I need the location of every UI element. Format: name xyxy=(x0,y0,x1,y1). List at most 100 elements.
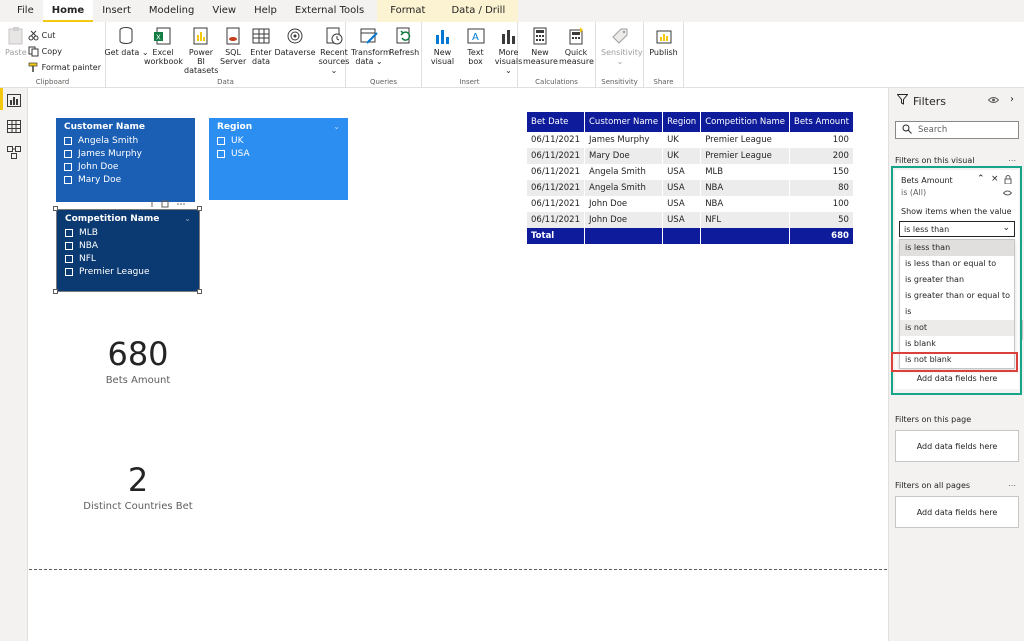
more-visuals-icon xyxy=(499,26,519,46)
clock-icon xyxy=(324,26,344,46)
svg-text:A: A xyxy=(472,32,479,43)
customer-name-slicer[interactable]: Customer Name Angela Smith James Murphy … xyxy=(56,118,195,202)
table-cell: 06/11/2021 xyxy=(527,132,585,148)
bets-amount-card[interactable]: 680 Bets Amount xyxy=(88,335,188,386)
sensitivity-group-label: Sensitivity xyxy=(601,78,638,86)
tab-external-tools[interactable]: External Tools xyxy=(286,0,373,22)
checkbox[interactable] xyxy=(64,175,72,184)
quick-measure-icon xyxy=(566,26,586,46)
transform-icon xyxy=(359,26,379,46)
refresh-icon xyxy=(394,26,414,46)
copy-button[interactable]: Copy xyxy=(28,43,101,59)
slicer-option-label: Premier League xyxy=(79,266,150,277)
checkbox[interactable] xyxy=(64,136,72,145)
slicer-option[interactable]: UK xyxy=(209,134,348,147)
competition-name-slicer[interactable]: Competition Name MLB NBA NFL Premier Lea… xyxy=(56,209,200,292)
checkbox[interactable] xyxy=(217,136,225,145)
view-switcher xyxy=(0,88,28,641)
format-painter-button[interactable]: Format painter xyxy=(28,59,101,75)
insert-group: New visual A Text box More visuals ⌄ Ins… xyxy=(422,22,522,88)
checkbox[interactable] xyxy=(65,228,73,237)
tab-modeling[interactable]: Modeling xyxy=(140,0,204,22)
data-view-icon[interactable] xyxy=(7,120,21,133)
slicer-option-label: Mary Doe xyxy=(78,174,122,185)
more-options-icon[interactable]: ... xyxy=(1008,479,1016,488)
paste-label: Paste xyxy=(5,48,27,57)
slicer-option[interactable]: Premier League xyxy=(57,265,199,278)
eye-icon[interactable] xyxy=(987,96,1000,107)
column-header[interactable]: Bets Amount xyxy=(789,112,854,132)
checkbox[interactable] xyxy=(64,149,72,158)
share-group-label: Share xyxy=(653,78,674,86)
table-row[interactable]: 06/11/2021 Angela Smith USA NBA 80 xyxy=(527,180,854,196)
resize-handle[interactable] xyxy=(53,206,58,211)
resize-handle[interactable] xyxy=(197,289,202,294)
slicer-option-label: USA xyxy=(231,148,250,159)
table-row[interactable]: 06/11/2021 John Doe USA NFL 50 xyxy=(527,212,854,228)
tab-data-drill[interactable]: Data / Drill xyxy=(438,0,519,22)
slicer-option-label: MLB xyxy=(79,227,98,238)
checkbox[interactable] xyxy=(64,162,72,171)
distinct-countries-card[interactable]: 2 Distinct Countries Bet xyxy=(68,461,208,512)
visual-header-icons[interactable] xyxy=(150,200,190,208)
table-row[interactable]: 06/11/2021 John Doe USA NBA 100 xyxy=(527,196,854,212)
resize-handle[interactable] xyxy=(53,289,58,294)
cut-label: Cut xyxy=(41,30,56,40)
share-group: Publish Share xyxy=(644,22,684,88)
bets-table[interactable]: Bet Date Customer Name Region Competitio… xyxy=(527,112,854,244)
tab-format[interactable]: Format xyxy=(377,0,439,22)
slicer-option-label: NFL xyxy=(79,253,96,264)
table-row[interactable]: 06/11/2021 Angela Smith USA MLB 150 xyxy=(527,164,854,180)
chevron-right-icon[interactable]: › xyxy=(1010,94,1014,105)
column-header[interactable]: Bet Date xyxy=(527,112,585,132)
tab-insert[interactable]: Insert xyxy=(93,0,140,22)
tab-help[interactable]: Help xyxy=(245,0,286,22)
region-slicer[interactable]: Region UK USA ⌄ xyxy=(209,118,348,200)
column-header[interactable]: Region xyxy=(662,112,702,132)
table-cell: 06/11/2021 xyxy=(527,180,585,196)
slicer-option[interactable]: John Doe xyxy=(56,160,195,173)
tab-view[interactable]: View xyxy=(203,0,245,22)
powerbi-datasets-label: Power BI datasets xyxy=(184,48,219,75)
data-group-label: Data xyxy=(217,78,234,86)
slicer-option[interactable]: Angela Smith xyxy=(56,134,195,147)
slicer-option[interactable]: NFL xyxy=(57,252,199,265)
slicer-option[interactable]: USA xyxy=(209,147,348,160)
add-data-fields-all-pages[interactable]: Add data fields here xyxy=(895,496,1019,528)
table-row[interactable]: 06/11/2021 Mary Doe UK Premier League 200 xyxy=(527,148,854,164)
chevron-down-icon[interactable]: ⌄ xyxy=(184,214,191,223)
queries-group-label: Queries xyxy=(369,78,398,86)
table-cell: MLB xyxy=(700,164,790,180)
table-cell: USA xyxy=(662,164,702,180)
chevron-down-icon[interactable]: ⌄ xyxy=(333,122,340,131)
refresh-label: Refresh xyxy=(389,48,420,57)
filters-search-input[interactable]: Search xyxy=(895,121,1019,139)
table-cell: 06/11/2021 xyxy=(527,148,585,164)
new-visual-label: New visual xyxy=(430,48,455,66)
column-header[interactable]: Competition Name xyxy=(700,112,790,132)
checkbox[interactable] xyxy=(65,254,73,263)
slicer-option[interactable]: NBA xyxy=(57,239,199,252)
report-view-icon[interactable] xyxy=(7,94,21,107)
table-cell: James Murphy xyxy=(584,132,664,148)
text-box-icon: A xyxy=(466,26,486,46)
filters-title: Filters xyxy=(913,94,946,108)
checkbox[interactable] xyxy=(217,149,225,158)
filters-on-page-label: Filters on this page xyxy=(895,415,972,424)
more-options-icon[interactable]: ... xyxy=(1008,154,1016,163)
transform-data-label: Transform data ⌄ xyxy=(351,48,391,66)
slicer-option[interactable]: Mary Doe xyxy=(56,173,195,186)
slicer-option[interactable]: James Murphy xyxy=(56,147,195,160)
checkbox[interactable] xyxy=(65,267,73,276)
slicer-option[interactable]: MLB xyxy=(57,226,199,239)
tab-file[interactable]: File xyxy=(8,0,43,22)
table-row[interactable]: 06/11/2021 James Murphy UK Premier League 10… xyxy=(527,132,854,148)
table-cell: John Doe xyxy=(584,212,664,228)
tab-home[interactable]: Home xyxy=(42,0,94,22)
checkbox[interactable] xyxy=(65,241,73,250)
column-header[interactable]: Customer Name xyxy=(584,112,664,132)
add-data-fields-page[interactable]: Add data fields here xyxy=(895,430,1019,462)
cut-button[interactable]: Cut xyxy=(28,27,101,43)
model-view-icon[interactable] xyxy=(7,146,21,159)
resize-handle[interactable] xyxy=(197,206,202,211)
